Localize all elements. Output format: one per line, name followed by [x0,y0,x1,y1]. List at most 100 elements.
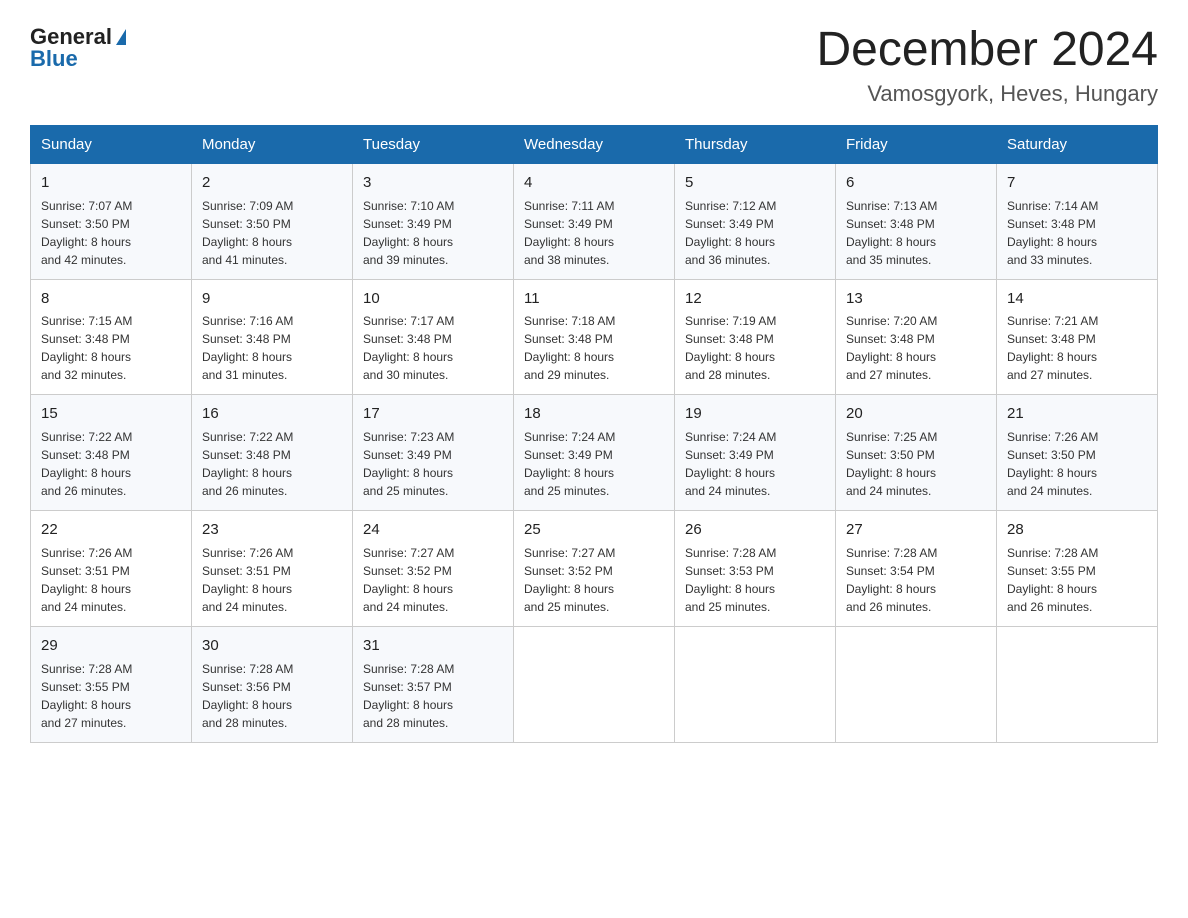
table-row [514,626,675,742]
day-info: Sunrise: 7:14 AMSunset: 3:48 PMDaylight:… [1007,197,1147,269]
table-row: 14Sunrise: 7:21 AMSunset: 3:48 PMDayligh… [997,279,1158,395]
table-row: 24 Sunrise: 7:27 AMSunset: 3:52 PMDayligh… [353,511,514,627]
day-number: 7 [1007,172,1147,194]
day-number: 31 [363,635,503,657]
table-row: 25Sunrise: 7:27 AMSunset: 3:52 PMDayligh… [514,511,675,627]
table-row: 18 Sunrise: 7:24 AMSunset: 3:49 PMDayligh… [514,395,675,511]
table-row [836,626,997,742]
day-number: 3 [363,172,503,194]
day-info: Sunrise: 7:13 AMSunset: 3:48 PMDaylight:… [846,197,986,269]
table-row: 23 Sunrise: 7:26 AMSunset: 3:51 PMDayligh… [192,511,353,627]
calendar-week-row: 8Sunrise: 7:15 AMSunset: 3:48 PMDaylight… [31,279,1158,395]
day-number: 18 [524,403,664,425]
day-info: Sunrise: 7:26 AMSunset: 3:51 PMDaylight:… [41,544,181,616]
day-info: Sunrise: 7:23 AMSunset: 3:49 PMDaylight:… [363,428,503,500]
day-number: 14 [1007,288,1147,310]
col-wednesday: Wednesday [514,125,675,163]
day-info: Sunrise: 7:19 AMSunset: 3:48 PMDaylight:… [685,312,825,384]
day-number: 1 [41,172,181,194]
day-info: Sunrise: 7:12 AMSunset: 3:49 PMDaylight:… [685,197,825,269]
day-number: 22 [41,519,181,541]
table-row: 6Sunrise: 7:13 AMSunset: 3:48 PMDaylight… [836,163,997,279]
day-number: 15 [41,403,181,425]
day-info: Sunrise: 7:22 AMSunset: 3:48 PMDaylight:… [41,428,181,500]
day-number: 17 [363,403,503,425]
table-row: 21Sunrise: 7:26 AMSunset: 3:50 PMDayligh… [997,395,1158,511]
day-info: Sunrise: 7:20 AMSunset: 3:48 PMDaylight:… [846,312,986,384]
day-number: 4 [524,172,664,194]
day-info: Sunrise: 7:07 AMSunset: 3:50 PMDaylight:… [41,197,181,269]
table-row: 26Sunrise: 7:28 AMSunset: 3:53 PMDayligh… [675,511,836,627]
day-info: Sunrise: 7:09 AMSunset: 3:50 PMDaylight:… [202,197,342,269]
table-row: 10Sunrise: 7:17 AMSunset: 3:48 PMDayligh… [353,279,514,395]
day-info: Sunrise: 7:28 AMSunset: 3:57 PMDaylight:… [363,660,503,732]
table-row: 1 Sunrise: 7:07 AMSunset: 3:50 PMDaylight… [31,163,192,279]
calendar-week-row: 15 Sunrise: 7:22 AMSunset: 3:48 PMDayligh… [31,395,1158,511]
table-row: 2 Sunrise: 7:09 AMSunset: 3:50 PMDaylight… [192,163,353,279]
day-number: 12 [685,288,825,310]
day-number: 11 [524,288,664,310]
location-title: Vamosgyork, Heves, Hungary [816,81,1158,107]
logo: General Blue [30,24,126,72]
title-block: December 2024 Vamosgyork, Heves, Hungary [816,24,1158,107]
day-info: Sunrise: 7:28 AMSunset: 3:55 PMDaylight:… [1007,544,1147,616]
day-number: 29 [41,635,181,657]
table-row: 11Sunrise: 7:18 AMSunset: 3:48 PMDayligh… [514,279,675,395]
day-number: 2 [202,172,342,194]
table-row: 15 Sunrise: 7:22 AMSunset: 3:48 PMDayligh… [31,395,192,511]
day-info: Sunrise: 7:27 AMSunset: 3:52 PMDaylight:… [363,544,503,616]
day-number: 10 [363,288,503,310]
day-info: Sunrise: 7:28 AMSunset: 3:56 PMDaylight:… [202,660,342,732]
table-row: 7 Sunrise: 7:14 AMSunset: 3:48 PMDaylight… [997,163,1158,279]
day-info: Sunrise: 7:21 AMSunset: 3:48 PMDaylight:… [1007,312,1147,384]
calendar-week-row: 1 Sunrise: 7:07 AMSunset: 3:50 PMDaylight… [31,163,1158,279]
day-number: 27 [846,519,986,541]
day-info: Sunrise: 7:17 AMSunset: 3:48 PMDaylight:… [363,312,503,384]
day-number: 19 [685,403,825,425]
table-row: 31 Sunrise: 7:28 AMSunset: 3:57 PMDayligh… [353,626,514,742]
day-number: 13 [846,288,986,310]
col-monday: Monday [192,125,353,163]
table-row: 4Sunrise: 7:11 AMSunset: 3:49 PMDaylight… [514,163,675,279]
table-row: 12Sunrise: 7:19 AMSunset: 3:48 PMDayligh… [675,279,836,395]
day-info: Sunrise: 7:28 AMSunset: 3:53 PMDaylight:… [685,544,825,616]
day-number: 23 [202,519,342,541]
calendar-header-row: Sunday Monday Tuesday Wednesday Thursday… [31,125,1158,163]
day-info: Sunrise: 7:27 AMSunset: 3:52 PMDaylight:… [524,544,664,616]
table-row: 20 Sunrise: 7:25 AMSunset: 3:50 PMDayligh… [836,395,997,511]
day-info: Sunrise: 7:25 AMSunset: 3:50 PMDaylight:… [846,428,986,500]
day-number: 20 [846,403,986,425]
day-number: 9 [202,288,342,310]
table-row: 22 Sunrise: 7:26 AMSunset: 3:51 PMDayligh… [31,511,192,627]
logo-blue-text: Blue [30,46,78,72]
col-tuesday: Tuesday [353,125,514,163]
calendar-week-row: 22 Sunrise: 7:26 AMSunset: 3:51 PMDayligh… [31,511,1158,627]
col-friday: Friday [836,125,997,163]
table-row: 16Sunrise: 7:22 AMSunset: 3:48 PMDayligh… [192,395,353,511]
day-info: Sunrise: 7:26 AMSunset: 3:50 PMDaylight:… [1007,428,1147,500]
table-row: 8Sunrise: 7:15 AMSunset: 3:48 PMDaylight… [31,279,192,395]
day-info: Sunrise: 7:22 AMSunset: 3:48 PMDaylight:… [202,428,342,500]
table-row: 28 Sunrise: 7:28 AMSunset: 3:55 PMDayligh… [997,511,1158,627]
day-number: 24 [363,519,503,541]
day-number: 28 [1007,519,1147,541]
col-saturday: Saturday [997,125,1158,163]
day-number: 30 [202,635,342,657]
table-row: 27 Sunrise: 7:28 AMSunset: 3:54 PMDayligh… [836,511,997,627]
day-info: Sunrise: 7:15 AMSunset: 3:48 PMDaylight:… [41,312,181,384]
table-row [675,626,836,742]
table-row: 3 Sunrise: 7:10 AMSunset: 3:49 PMDaylight… [353,163,514,279]
table-row: 17 Sunrise: 7:23 AMSunset: 3:49 PMDayligh… [353,395,514,511]
day-info: Sunrise: 7:24 AMSunset: 3:49 PMDaylight:… [685,428,825,500]
table-row: 29Sunrise: 7:28 AMSunset: 3:55 PMDayligh… [31,626,192,742]
day-info: Sunrise: 7:28 AMSunset: 3:54 PMDaylight:… [846,544,986,616]
table-row: 9Sunrise: 7:16 AMSunset: 3:48 PMDaylight… [192,279,353,395]
page-header: General Blue December 2024 Vamosgyork, H… [30,24,1158,107]
day-info: Sunrise: 7:10 AMSunset: 3:49 PMDaylight:… [363,197,503,269]
day-info: Sunrise: 7:24 AMSunset: 3:49 PMDaylight:… [524,428,664,500]
table-row: 19 Sunrise: 7:24 AMSunset: 3:49 PMDayligh… [675,395,836,511]
day-info: Sunrise: 7:26 AMSunset: 3:51 PMDaylight:… [202,544,342,616]
table-row [997,626,1158,742]
table-row: 30 Sunrise: 7:28 AMSunset: 3:56 PMDayligh… [192,626,353,742]
month-title: December 2024 [816,24,1158,77]
